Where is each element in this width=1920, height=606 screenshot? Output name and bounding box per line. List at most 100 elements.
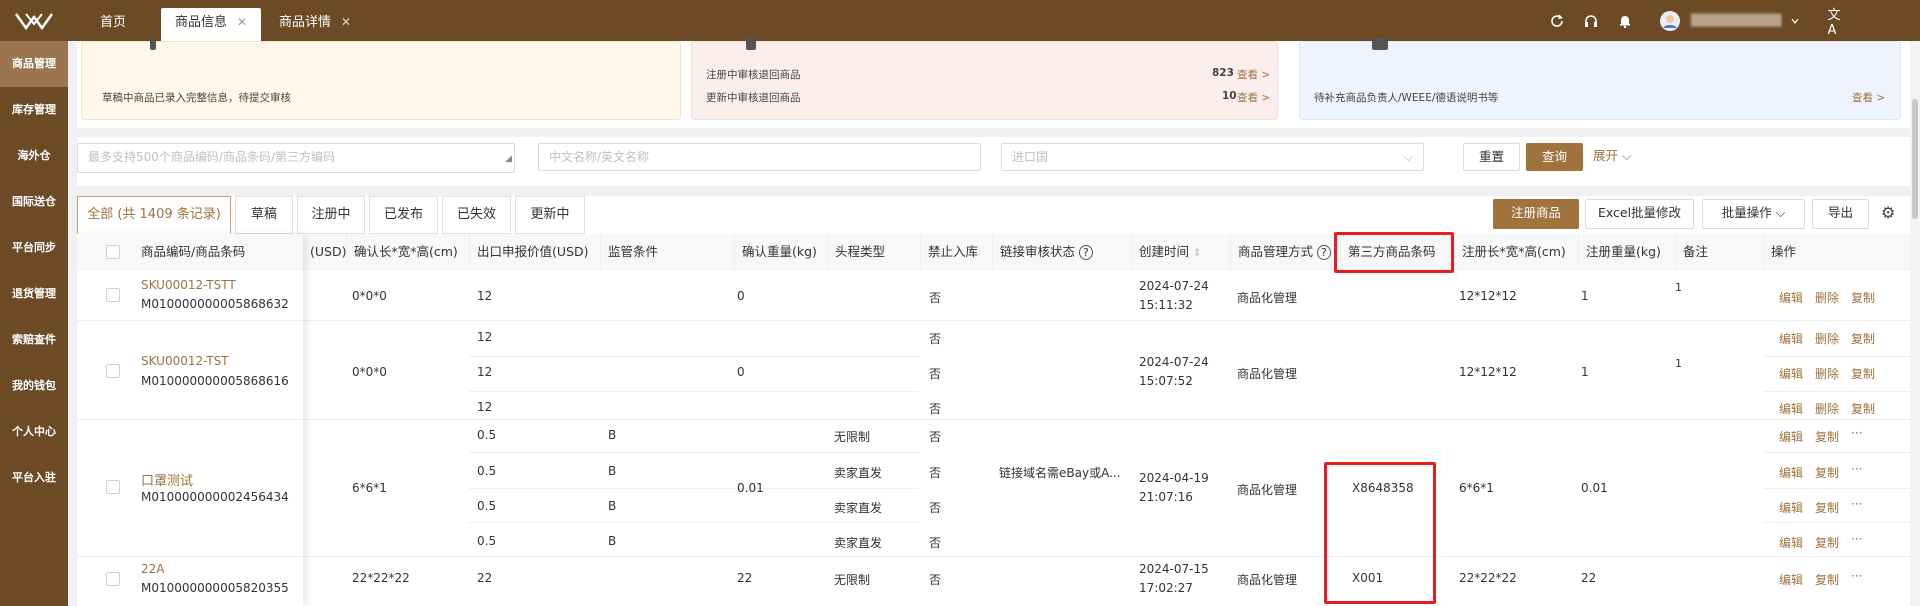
more-icon[interactable]: ··· xyxy=(1851,426,1862,440)
sidebar-item-inventory[interactable]: 库存管理 xyxy=(0,87,68,133)
sidebar-item-onboarding[interactable]: 平台入驻 xyxy=(0,455,68,501)
sidebar-item-intl-delivery[interactable]: 国际送仓 xyxy=(0,179,68,225)
edit-link[interactable]: 编辑 xyxy=(1779,289,1803,306)
row-sku-link[interactable]: SKU00012-TST xyxy=(141,354,229,368)
row-export-value: 12 xyxy=(477,400,493,414)
tab-published[interactable]: 已发布 xyxy=(369,196,438,234)
sidebar-item-platform-sync[interactable]: 平台同步 xyxy=(0,225,68,271)
translate-icon[interactable]: 文A xyxy=(1828,8,1848,38)
row-checkbox[interactable] xyxy=(106,288,120,302)
resize-icon[interactable]: ◢ xyxy=(505,146,512,172)
avatar[interactable] xyxy=(1660,10,1680,31)
gear-icon[interactable]: ⚙ xyxy=(1881,203,1895,222)
reset-button[interactable]: 重置 xyxy=(1463,143,1520,171)
edit-link[interactable]: 编辑 xyxy=(1779,571,1803,588)
copy-link[interactable]: 复制 xyxy=(1851,365,1875,382)
tab-home[interactable]: 首页 xyxy=(86,8,140,41)
row-sku-link[interactable]: SKU00012-TSTT xyxy=(141,278,236,292)
copy-link[interactable]: 复制 xyxy=(1815,499,1839,516)
more-icon[interactable]: ··· xyxy=(1851,462,1862,476)
edit-link[interactable]: 编辑 xyxy=(1779,330,1803,347)
row-sku-link[interactable]: 22A xyxy=(141,562,164,576)
sidebar-item-returns[interactable]: 退货管理 xyxy=(0,271,68,317)
tab-product-detail[interactable]: 商品详情 ✕ xyxy=(265,8,365,41)
pending-card: 待补充商品负责人/WEEE/德语说明书等 查看 > xyxy=(1299,38,1901,120)
edit-link[interactable]: 编辑 xyxy=(1779,365,1803,382)
pending-view-link[interactable]: 查看 > xyxy=(1852,90,1885,105)
copy-link[interactable]: 复制 xyxy=(1815,571,1839,588)
question-icon[interactable]: ? xyxy=(1317,245,1331,260)
row-sku-link[interactable]: 口罩测试 xyxy=(141,470,193,489)
scrollbar-thumb[interactable] xyxy=(1912,99,1918,219)
country-select[interactable]: 进口国 ⌵ xyxy=(1001,143,1424,171)
close-icon[interactable]: ✕ xyxy=(341,15,351,29)
row-forbid: 否 xyxy=(929,466,942,480)
more-icon[interactable]: ··· xyxy=(1851,497,1862,511)
row-created-date: 2024-07-24 xyxy=(1139,355,1209,369)
export-button[interactable]: 导出 xyxy=(1812,199,1869,229)
name-search-input[interactable]: 中文名称/英文名称 xyxy=(538,143,981,171)
tab-registering[interactable]: 注册中 xyxy=(297,196,365,234)
codes-search-placeholder: 最多支持500个商品编码/商品条码/第三方编码 xyxy=(88,150,335,164)
logo-icon[interactable] xyxy=(0,0,68,41)
copy-link[interactable]: 复制 xyxy=(1851,330,1875,347)
close-icon[interactable]: ✕ xyxy=(237,15,247,29)
sidebar-item-product[interactable]: 商品管理 xyxy=(0,41,68,87)
edit-link[interactable]: 编辑 xyxy=(1779,464,1803,481)
row-forbid: 否 xyxy=(929,367,942,381)
question-icon[interactable]: ? xyxy=(1079,245,1093,260)
sidebar-item-claims[interactable]: 索赔查件 xyxy=(0,317,68,363)
scrollbar-track[interactable] xyxy=(1910,41,1920,606)
refresh-icon[interactable] xyxy=(1547,11,1567,31)
delete-link[interactable]: 删除 xyxy=(1815,400,1839,417)
edit-link[interactable]: 编辑 xyxy=(1779,400,1803,417)
edit-link[interactable]: 编辑 xyxy=(1779,499,1803,516)
tab-updating[interactable]: 更新中 xyxy=(515,196,585,234)
select-all-checkbox[interactable] xyxy=(106,245,120,259)
row-divider xyxy=(77,419,303,420)
tab-product-info[interactable]: 商品信息 ✕ xyxy=(161,8,262,41)
row-checkbox[interactable] xyxy=(106,364,120,378)
tab-draft[interactable]: 草稿 xyxy=(235,196,293,234)
edit-link[interactable]: 编辑 xyxy=(1779,534,1803,551)
delete-link[interactable]: 删除 xyxy=(1815,365,1839,382)
review-view-link[interactable]: 查看 > xyxy=(1237,90,1270,105)
sidebar-item-wallet[interactable]: 我的钱包 xyxy=(0,363,68,409)
copy-link[interactable]: 复制 xyxy=(1851,400,1875,417)
review-view-link[interactable]: 查看 > xyxy=(1237,67,1270,82)
copy-link[interactable]: 复制 xyxy=(1815,534,1839,551)
codes-search-input[interactable]: 最多支持500个商品编码/商品条码/第三方编码 ◢ xyxy=(77,143,515,173)
sidebar-item-warehouse[interactable]: 海外仓 xyxy=(0,133,68,179)
sub-row-divider xyxy=(1763,452,1920,453)
copy-link[interactable]: 复制 xyxy=(1851,289,1875,306)
dropdown-icon[interactable] xyxy=(1785,11,1805,31)
sidebar-item-profile[interactable]: 个人中心 xyxy=(0,409,68,455)
sort-icon[interactable]: ⇕ xyxy=(1193,248,1201,259)
row-dims: 6*6*1 xyxy=(352,481,387,495)
tab-product-detail-label: 商品详情 xyxy=(279,15,332,30)
headset-icon[interactable] xyxy=(1581,11,1601,31)
edit-link[interactable]: 编辑 xyxy=(1779,428,1803,445)
expand-button[interactable]: 展开 ⌵ xyxy=(1593,143,1649,171)
more-icon[interactable]: ··· xyxy=(1851,569,1862,583)
row-checkbox[interactable] xyxy=(106,480,120,494)
more-icon[interactable]: ··· xyxy=(1851,532,1862,546)
user-name[interactable]: ████████████ xyxy=(1691,14,1782,27)
col-created[interactable]: 创建时间 ⇕ xyxy=(1131,234,1201,270)
copy-link[interactable]: 复制 xyxy=(1815,428,1839,445)
batch-ops-button[interactable]: 批量操作 ⌵ xyxy=(1702,199,1805,229)
col-head-type: 头程类型 xyxy=(827,234,885,270)
sub-row-divider xyxy=(1763,522,1920,523)
bell-icon[interactable] xyxy=(1615,11,1635,31)
register-product-button[interactable]: 注册商品 xyxy=(1493,199,1579,229)
excel-batch-button[interactable]: Excel批量修改 xyxy=(1585,199,1694,229)
delete-link[interactable]: 删除 xyxy=(1815,289,1839,306)
copy-link[interactable]: 复制 xyxy=(1815,464,1839,481)
tab-expired[interactable]: 已失效 xyxy=(442,196,511,234)
col-weight: 确认重量(kg) xyxy=(734,234,817,270)
row-checkbox[interactable] xyxy=(106,572,120,586)
delete-link[interactable]: 删除 xyxy=(1815,330,1839,347)
row-link-status[interactable]: 链接域名需eBay或A... xyxy=(999,464,1127,481)
tab-all[interactable]: 全部 (共 1409 条记录) xyxy=(77,196,231,234)
query-button[interactable]: 查询 xyxy=(1526,143,1583,171)
